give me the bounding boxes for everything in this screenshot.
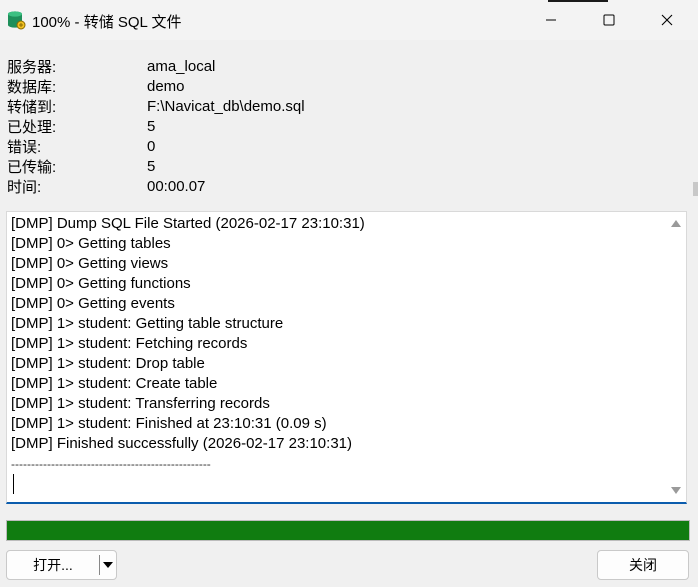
log-line: [DMP] 1> student: Getting table structur…: [11, 315, 284, 332]
progress-bar: [6, 520, 690, 541]
log-line: [DMP] 0> Getting views: [11, 255, 169, 272]
log-line: [DMP] 0> Getting tables: [11, 235, 171, 252]
info-row-errors: 错误: 0: [7, 136, 507, 156]
errors-label: 错误:: [7, 138, 42, 156]
info-row-transferred: 已传输: 5: [7, 156, 507, 176]
open-button-label[interactable]: 打开...: [7, 551, 99, 579]
progress-fill: [7, 521, 689, 540]
log-line: [DMP] 1> student: Create table: [11, 375, 218, 392]
errors-value: 0: [147, 137, 156, 155]
log-line: [DMP] 0> Getting events: [11, 295, 175, 312]
minimize-icon: [546, 19, 556, 21]
resize-edge: [693, 182, 698, 196]
info-row-database: 数据库: demo: [7, 76, 507, 96]
log-lines: [DMP] Dump SQL File Started (2026-02-17 …: [11, 214, 664, 474]
info-row-server: 服务器: ama_local: [7, 56, 507, 76]
time-value: 00:00.07: [147, 177, 206, 195]
open-split-button[interactable]: 打开...: [6, 550, 117, 580]
server-value: ama_local: [147, 57, 216, 75]
info-row-processed: 已处理: 5: [7, 116, 507, 136]
processed-value: 5: [147, 117, 156, 135]
log-scrollbar[interactable]: [666, 212, 686, 502]
scroll-up-icon[interactable]: [670, 218, 682, 228]
dump-to-label: 转储到:: [7, 98, 57, 116]
database-icon: [8, 11, 26, 30]
log-line: [DMP] 1> student: Fetching records: [11, 335, 248, 352]
split-divider: [99, 555, 100, 575]
dropdown-arrow-icon[interactable]: [102, 560, 114, 570]
server-label: 服务器:: [7, 58, 57, 76]
maximize-button[interactable]: [580, 0, 638, 40]
close-window-button[interactable]: [638, 0, 696, 40]
dump-to-value: F:\Navicat_db\demo.sql: [147, 97, 305, 115]
maximize-icon: [603, 14, 615, 26]
log-separator: ----------------------------------------…: [11, 457, 211, 471]
scroll-down-icon[interactable]: [670, 486, 682, 496]
time-label: 时间:: [7, 178, 42, 196]
log-line: [DMP] 0> Getting functions: [11, 275, 191, 292]
transferred-label: 已传输:: [7, 158, 57, 176]
transferred-value: 5: [147, 157, 156, 175]
info-row-time: 时间: 00:00.07: [7, 176, 507, 196]
text-caret: [13, 474, 14, 494]
processed-label: 已处理:: [7, 118, 57, 136]
info-row-dump-to: 转储到: F:\Navicat_db\demo.sql: [7, 96, 507, 116]
log-line: [DMP] 1> student: Transferring records: [11, 395, 270, 412]
minimize-button[interactable]: [522, 0, 580, 40]
log-line: [DMP] Dump SQL File Started (2026-02-17 …: [11, 215, 365, 232]
database-label: 数据库:: [7, 78, 57, 96]
close-button[interactable]: 关闭: [597, 550, 689, 580]
dump-info: 服务器: ama_local 数据库: demo 转储到: F:\Navicat…: [7, 56, 507, 196]
window-title: 100% - 转储 SQL 文件: [32, 14, 182, 31]
close-icon: [661, 14, 673, 26]
database-value: demo: [147, 77, 185, 95]
log-line: [DMP] Finished successfully (2026-02-17 …: [11, 435, 353, 452]
log-line: [DMP] 1> student: Drop table: [11, 355, 205, 372]
title-bar: 100% - 转储 SQL 文件: [0, 0, 698, 40]
log-textarea[interactable]: [DMP] Dump SQL File Started (2026-02-17 …: [6, 211, 687, 504]
log-line: [DMP] 1> student: Finished at 23:10:31 (…: [11, 415, 327, 432]
